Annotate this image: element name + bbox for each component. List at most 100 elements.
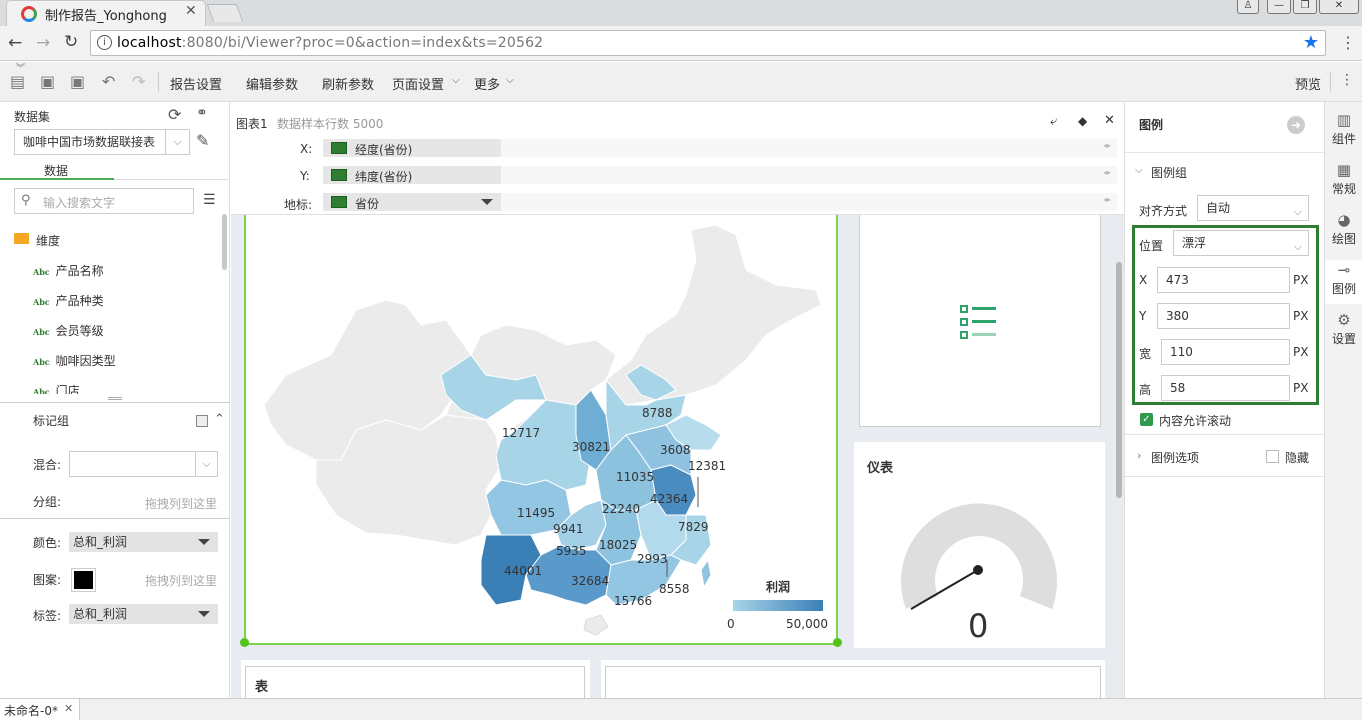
save-icon[interactable]: ▣ [40, 74, 56, 90]
x-input[interactable]: 473 [1157, 267, 1290, 293]
field-item[interactable]: Abc 产品名称 [33, 262, 104, 279]
chevron-right-icon[interactable]: › [1137, 449, 1141, 462]
legend-group-title[interactable]: 图例组 [1151, 164, 1187, 181]
close-tab-icon[interactable]: ✕ [185, 3, 197, 19]
url-input[interactable]: i localhost:8080/bi/Viewer?proc=0&action… [90, 30, 1326, 56]
province-value-label: 15766 [614, 594, 652, 608]
edit-params-button[interactable]: 编辑参数 [246, 74, 298, 93]
map-chart[interactable]: 12717 30821 8788 3608 12381 11035 42364 … [240, 215, 842, 647]
group-drop-zone[interactable]: 拖拽列到这里 [145, 495, 217, 512]
browser-menu-icon[interactable]: ⋮ [1340, 33, 1356, 52]
x-binding-row[interactable]: ◂▸ [501, 139, 1117, 157]
collapse-icon[interactable]: ⌃ [214, 412, 225, 427]
section-divider [0, 402, 230, 403]
new-report-icon[interactable]: ▤ [10, 74, 26, 90]
list-options-icon[interactable]: ☰ [203, 192, 216, 208]
tab-data[interactable]: 数据 [44, 162, 68, 179]
mix-select[interactable]: ⌵ [69, 451, 218, 477]
scroll-checkbox[interactable]: ✓ [1140, 413, 1153, 426]
search-input[interactable]: ⚲ 输入搜索文字 [14, 188, 194, 214]
chevron-down-icon: ⌵ [452, 75, 460, 86]
color-field-select[interactable]: 总和_利润 [69, 532, 218, 552]
report-settings-button[interactable]: 报告设置 [170, 74, 222, 93]
tab-settings[interactable]: ⚙ 设置 [1325, 312, 1362, 347]
join-icon[interactable]: ⚭ [196, 105, 208, 121]
minimize-button[interactable]: — [1267, 0, 1291, 14]
field-item[interactable]: Abc 会员等级 [33, 322, 104, 339]
dropdown-arrow-icon [198, 611, 210, 617]
tab-drawing[interactable]: ◕ 绘图 [1325, 212, 1362, 247]
blank-card[interactable] [601, 660, 1105, 698]
browser-tab[interactable]: 制作报告_Yonghong ✕ [6, 0, 206, 26]
refresh-icon[interactable]: ⟳ [168, 105, 181, 124]
tab-legend[interactable]: ⊸ 图例 [1325, 260, 1362, 304]
splitter-handle[interactable] [108, 397, 122, 400]
y-binding-row[interactable]: ◂▸ [501, 166, 1117, 184]
save-as-icon[interactable]: ▣ [70, 74, 86, 90]
chevron-down-icon[interactable]: ⌵ [1135, 165, 1143, 176]
chevron-down-icon: ⌵ [1293, 205, 1302, 218]
position-select[interactable]: 漂浮 ⌵ [1173, 230, 1309, 256]
close-icon[interactable]: ✕ [1104, 113, 1115, 128]
user-icon[interactable]: ♙ [1237, 0, 1259, 14]
province-value-label: 8788 [642, 406, 673, 420]
list-scrollbar[interactable] [222, 214, 227, 270]
search-placeholder: 输入搜索文字 [43, 196, 116, 210]
pattern-label: 图案: [33, 573, 62, 587]
y-input[interactable]: 380 [1157, 303, 1290, 329]
mark-settings-icon[interactable] [196, 415, 208, 427]
grid-icon: ▦ [1336, 161, 1352, 179]
document-tab-bar: 未命名-0* ✕ [0, 698, 1362, 720]
forward-icon[interactable]: → [36, 33, 50, 53]
x-binding-chip[interactable]: 经度(省份) [323, 139, 501, 157]
geo-binding-chip[interactable]: 省份 [323, 193, 501, 211]
legend-options-title[interactable]: 图例选项 [1151, 449, 1199, 466]
data-panel: 数据集 ⟳ ⚭ 咖啡中国市场数据联接表 ⌵ ✎ 数据 ⚲ 输入搜索文字 ☰ 维度… [0, 102, 230, 698]
back-icon[interactable]: ← [8, 33, 22, 53]
document-tab[interactable]: 未命名-0* ✕ [0, 699, 80, 720]
redo-icon[interactable]: ↷ [132, 74, 148, 90]
refresh-params-button[interactable]: 刷新参数 [322, 74, 374, 93]
table-card[interactable]: 表 [241, 660, 590, 698]
field-item[interactable]: Abc 产品种类 [33, 292, 104, 309]
edit-dataset-icon[interactable]: ✎ [196, 131, 209, 150]
reset-icon[interactable]: ⤶ [1050, 114, 1057, 129]
reload-icon[interactable]: ↻ [64, 32, 78, 52]
field-item[interactable]: Abc 咖啡因类型 [33, 352, 116, 369]
width-input[interactable]: 110 [1161, 339, 1290, 365]
resize-handle[interactable] [240, 638, 249, 647]
dropdown-arrow-icon[interactable] [481, 199, 493, 205]
gauge-card[interactable]: 仪表 0 [854, 442, 1105, 648]
preview-button[interactable]: 预览 [1295, 74, 1321, 93]
undo-icon[interactable]: ↶ [102, 74, 118, 90]
align-select[interactable]: 自动 ⌵ [1197, 195, 1309, 221]
more-menu[interactable]: 更多 [474, 74, 500, 93]
navigate-arrow-icon[interactable]: ➜ [1287, 116, 1305, 134]
toolbar-menu-icon[interactable]: ⋮ [1340, 72, 1354, 88]
tab-general[interactable]: ▦ 常规 [1325, 162, 1362, 197]
maximize-button[interactable]: ❐ [1293, 0, 1317, 14]
page-settings-menu[interactable]: 页面设置 [392, 74, 444, 93]
resize-handle[interactable] [833, 638, 842, 647]
eraser-icon[interactable]: ◆ [1078, 114, 1087, 128]
close-window-button[interactable]: ✕ [1319, 0, 1359, 14]
y-binding-chip[interactable]: 纬度(省份) [323, 166, 501, 184]
pattern-swatch[interactable] [71, 568, 96, 592]
document-tab-label: 未命名-0* [4, 704, 58, 718]
close-icon[interactable]: ✕ [64, 702, 73, 715]
info-icon[interactable]: i [97, 35, 112, 50]
new-tab-button[interactable] [206, 4, 244, 22]
height-input[interactable]: 58 [1161, 375, 1290, 401]
dimension-folder[interactable]: 维度 [36, 232, 60, 249]
bookmark-star-icon[interactable]: ★ [1303, 32, 1319, 53]
list-component-card[interactable] [859, 215, 1101, 427]
field-item[interactable]: Abc 门店 [33, 382, 80, 394]
hide-checkbox[interactable] [1266, 450, 1279, 463]
tab-components[interactable]: ▥ 组件 [1325, 112, 1362, 147]
province-value-label: 9941 [553, 522, 584, 536]
pattern-drop-zone[interactable]: 拖拽列到这里 [145, 572, 217, 589]
dataset-select[interactable]: 咖啡中国市场数据联接表 ⌵ [14, 129, 190, 155]
geo-binding-row[interactable]: ◂▸ [501, 193, 1117, 211]
label-field-select[interactable]: 总和_利润 [69, 604, 218, 624]
canvas-scrollbar[interactable] [1116, 262, 1122, 498]
